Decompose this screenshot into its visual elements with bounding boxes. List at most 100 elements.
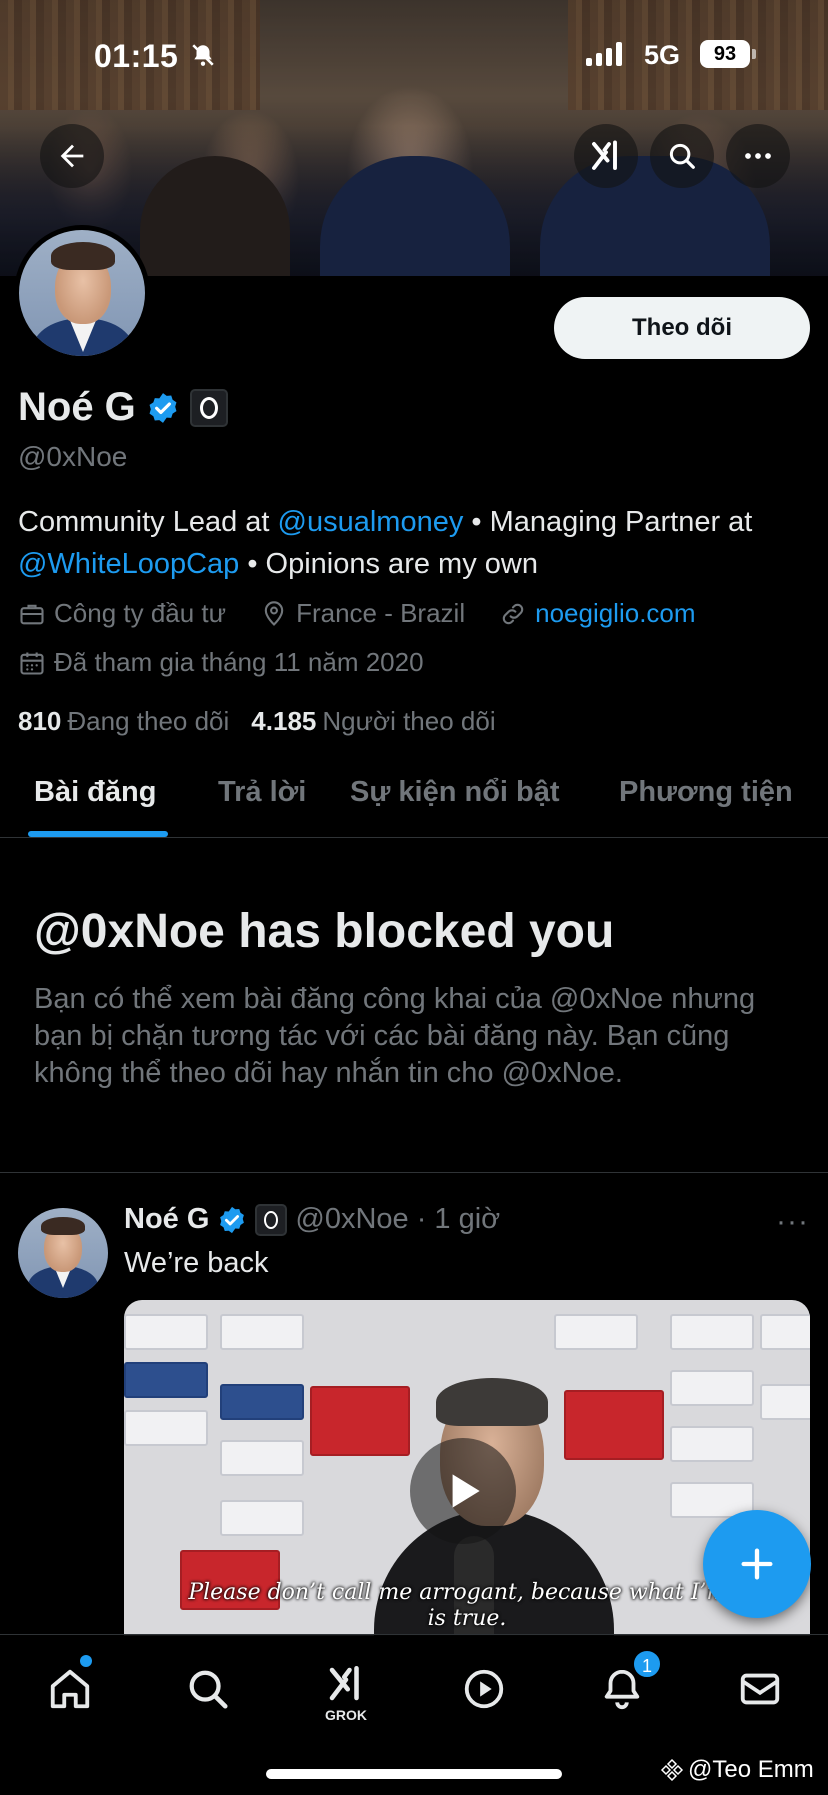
category-label: Công ty đầu tư <box>54 598 227 628</box>
grok-button[interactable] <box>574 124 638 188</box>
tab-highlights[interactable]: Sự kiện nổi bật <box>350 776 560 809</box>
affiliation-logo-icon <box>264 1210 279 1229</box>
affiliation-badge <box>255 1203 288 1236</box>
verified-badge-icon[interactable] <box>146 391 180 425</box>
post-author-name[interactable]: Noé G <box>124 1203 209 1236</box>
battery-tip <box>752 49 756 59</box>
nav-grok[interactable]: GROK <box>316 1653 376 1733</box>
bio-mention-whiteloopcap[interactable]: @WhiteLoopCap <box>18 548 239 580</box>
nav-search[interactable] <box>178 1659 238 1719</box>
affiliation-logo-icon <box>199 396 218 419</box>
blocked-title: @0xNoe has blocked you <box>34 905 615 958</box>
back-button[interactable] <box>40 124 104 188</box>
profile-tabs: Bài đăng Trả lời Sự kiện nổi bật Phương … <box>0 762 828 838</box>
signal-strength-icon <box>586 42 622 66</box>
following-count: 810 <box>18 706 62 736</box>
notifications-badge: 1 <box>632 1649 662 1679</box>
sponsor-board <box>670 1314 754 1350</box>
followers-count-link[interactable]: 4.185 Người theo dõi <box>251 706 495 737</box>
watermark-logo-icon <box>660 1758 684 1782</box>
profile-joined: Đã tham gia tháng 11 năm 2020 <box>18 647 424 678</box>
video-subtitle-line2: is true. <box>427 1606 507 1631</box>
play-icon <box>452 1474 480 1508</box>
briefcase-icon <box>20 604 44 624</box>
profile-joined-row: Đã tham gia tháng 11 năm 2020 <box>18 647 458 678</box>
home-indicator <box>266 1769 562 1779</box>
profile-meta-row: Công ty đầu tư France - Brazil noegiglio… <box>18 598 730 629</box>
calendar-icon <box>20 652 44 675</box>
sponsor-board <box>220 1384 304 1420</box>
nav-home[interactable] <box>40 1659 100 1719</box>
profile-website[interactable]: noegiglio.com <box>499 598 696 629</box>
sponsor-board <box>760 1314 810 1350</box>
bio-mention-usualmoney[interactable]: @usualmoney <box>278 506 464 538</box>
following-label: Đang theo dõi <box>67 706 230 736</box>
blocked-description: Bạn có thể xem bài đăng công khai của @0… <box>34 983 756 1089</box>
avatar-hair <box>51 242 115 270</box>
grok-label: GROK <box>325 1707 367 1723</box>
compose-plus-icon <box>741 1548 773 1580</box>
tab-replies[interactable]: Trả lời <box>218 776 306 809</box>
post-header: Noé G @0xNoe · 1 giờ <box>124 1203 500 1236</box>
profile-bio: Community Lead at @usualmoney • Managing… <box>18 501 818 585</box>
tab-posts[interactable]: Bài đăng <box>34 776 156 809</box>
home-notification-dot <box>80 1655 92 1667</box>
sponsor-board <box>554 1314 638 1350</box>
search-button[interactable] <box>650 124 714 188</box>
nav-video[interactable] <box>454 1659 514 1719</box>
status-bar: 01:15 5G 93 <box>0 0 828 110</box>
section-divider <box>0 1172 828 1173</box>
bio-text: Community Lead at <box>18 506 278 538</box>
more-icon <box>745 153 771 159</box>
followers-count: 4.185 <box>251 706 317 736</box>
sponsor-board <box>670 1426 754 1462</box>
verified-badge-icon <box>220 1206 245 1233</box>
grok-icon <box>329 1665 359 1701</box>
bio-text: • Managing Partner at <box>463 506 753 538</box>
sponsor-board <box>124 1362 208 1398</box>
link-icon <box>502 603 524 624</box>
post-avatar[interactable] <box>18 1208 108 1298</box>
sponsor-board <box>220 1500 304 1536</box>
tab-media[interactable]: Phương tiện <box>619 776 793 809</box>
sponsor-board <box>564 1390 664 1460</box>
sponsor-board <box>310 1386 410 1456</box>
joined-label: Đã tham gia tháng 11 năm 2020 <box>54 647 424 677</box>
profile-name: Noé G <box>18 385 136 429</box>
compose-button[interactable] <box>703 1510 811 1618</box>
profile-handle: @0xNoe <box>18 441 128 472</box>
sponsor-board <box>124 1314 208 1350</box>
play-button[interactable] <box>410 1438 516 1544</box>
affiliation-badge[interactable] <box>189 388 228 427</box>
sponsor-board <box>220 1440 304 1476</box>
grok-icon <box>592 140 617 170</box>
post-text: We’re back <box>124 1247 269 1279</box>
following-count-link[interactable]: 810 Đang theo dõi <box>18 706 229 737</box>
post-more-icon[interactable]: ··· <box>776 1205 809 1239</box>
status-time: 01:15 <box>94 38 179 74</box>
video-person-hair <box>436 1378 548 1426</box>
profile-name-row: Noé G <box>18 385 228 430</box>
battery-level: 93 <box>700 40 750 68</box>
search-icon <box>189 1670 228 1709</box>
sponsor-board <box>220 1314 304 1350</box>
sponsor-board <box>760 1384 810 1420</box>
post-author-handle[interactable]: @0xNoe <box>295 1203 408 1236</box>
post-timestamp: · 1 giờ <box>416 1203 501 1235</box>
website-link[interactable]: noegiglio.com <box>535 598 695 629</box>
location-icon <box>264 600 284 626</box>
network-type: 5G <box>644 40 681 70</box>
more-options-button[interactable] <box>726 124 790 188</box>
nav-messages[interactable] <box>730 1659 790 1719</box>
follow-button[interactable]: Theo dõi <box>554 297 810 359</box>
profile-avatar[interactable] <box>14 225 150 361</box>
back-arrow-icon <box>60 144 84 168</box>
followers-label: Người theo dõi <box>322 706 496 736</box>
avatar-hair <box>41 1217 85 1235</box>
mail-icon <box>740 1673 780 1705</box>
search-icon <box>669 143 695 169</box>
sponsor-board <box>124 1410 208 1446</box>
profile-category: Công ty đầu tư <box>18 598 226 629</box>
profile-location: France - Brazil <box>260 598 465 629</box>
watermark: @Teo Emm <box>660 1756 814 1784</box>
